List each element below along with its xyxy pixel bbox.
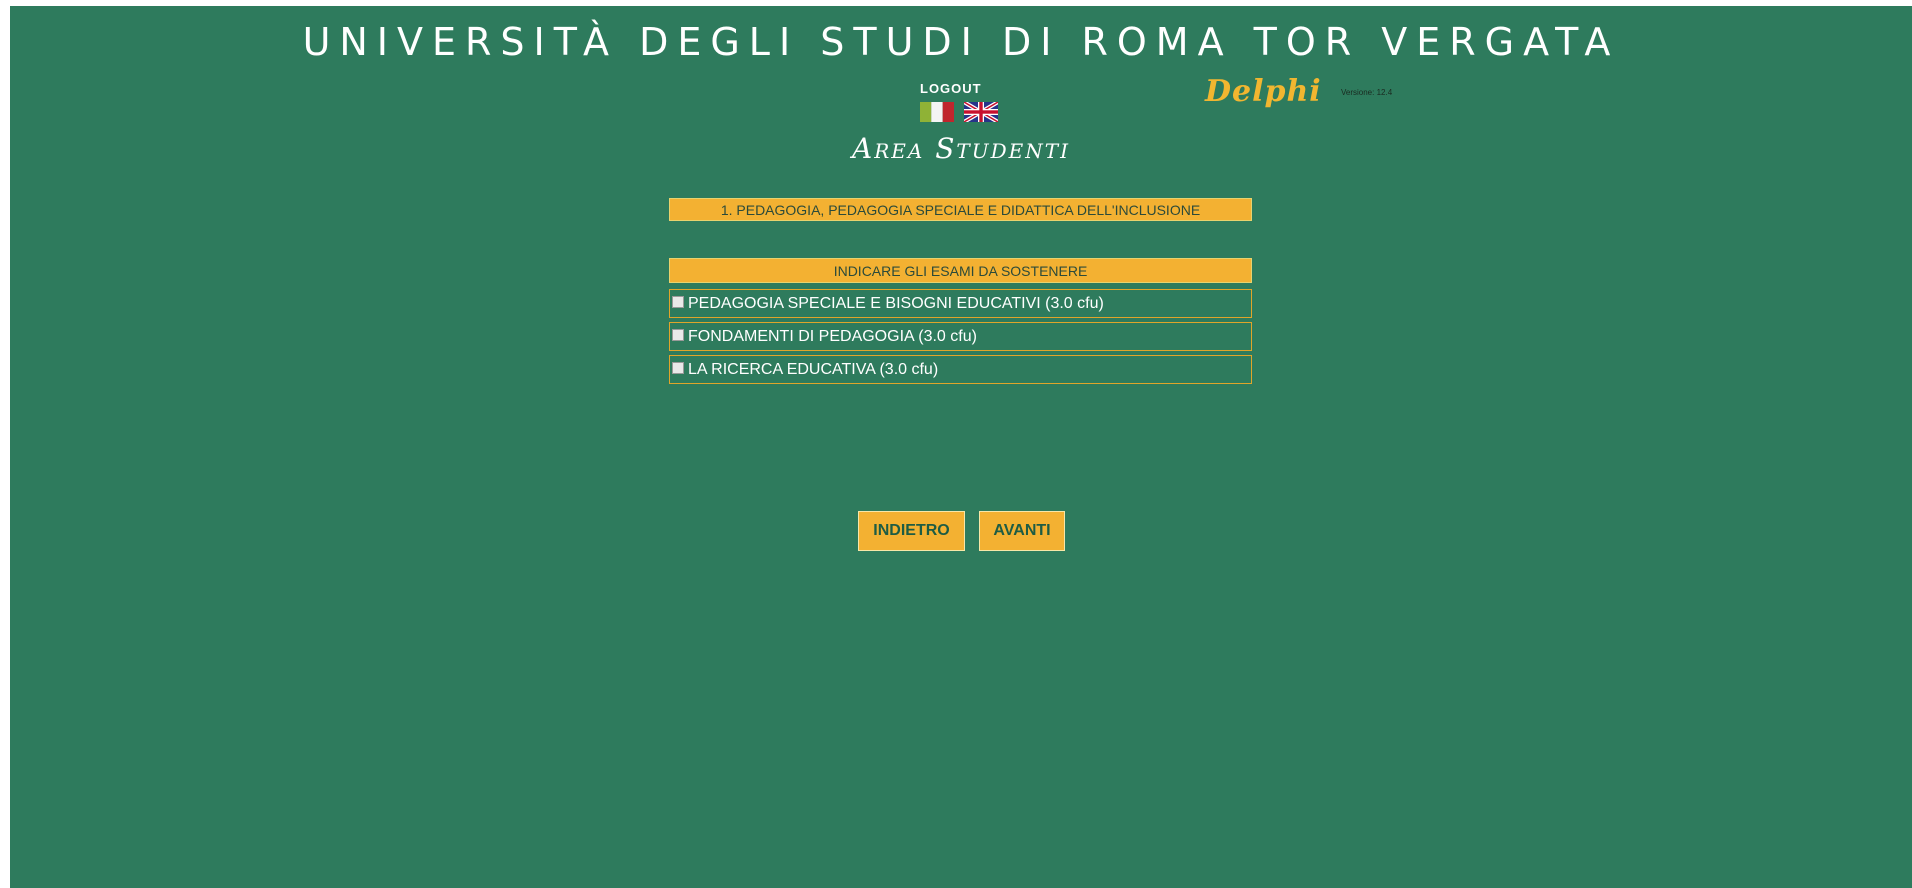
exam-checkbox[interactable] [672, 362, 684, 375]
university-title: UNIVERSITÀ DEGLI STUDI DI ROMA TOR VERGA… [302, 20, 1620, 64]
exam-list-header: INDICARE GLI ESAMI DA SOSTENERE [669, 258, 1252, 283]
exam-checkbox[interactable] [672, 296, 684, 309]
course-title: 1. PEDAGOGIA, PEDAGOGIA SPECIALE E DIDAT… [669, 198, 1252, 221]
exam-checkbox[interactable] [672, 329, 684, 342]
exam-label: PEDAGOGIA SPECIALE E BISOGNI EDUCATIVI (… [688, 295, 1104, 312]
page-background: UNIVERSITÀ DEGLI STUDI DI ROMA TOR VERGA… [10, 6, 1912, 888]
next-button[interactable]: AVANTI [979, 511, 1065, 551]
area-studenti-heading: Area Studenti [852, 132, 1070, 165]
back-button[interactable]: INDIETRO [858, 511, 965, 551]
logout-link[interactable]: LOGOUT [920, 81, 982, 96]
exam-label: LA RICERCA EDUCATIVA (3.0 cfu) [688, 361, 939, 378]
exam-row[interactable]: LA RICERCA EDUCATIVA (3.0 cfu) [669, 355, 1252, 384]
delphi-logo: Delphi [1205, 74, 1322, 109]
exam-row[interactable]: FONDAMENTI DI PEDAGOGIA (3.0 cfu) [669, 322, 1252, 351]
italian-flag-icon[interactable] [920, 102, 954, 122]
exam-row[interactable]: PEDAGOGIA SPECIALE E BISOGNI EDUCATIVI (… [669, 289, 1252, 318]
version-label: Versione: 12.4 [1341, 88, 1393, 97]
exam-label: FONDAMENTI DI PEDAGOGIA (3.0 cfu) [688, 328, 977, 345]
english-flag-icon[interactable] [964, 102, 998, 122]
